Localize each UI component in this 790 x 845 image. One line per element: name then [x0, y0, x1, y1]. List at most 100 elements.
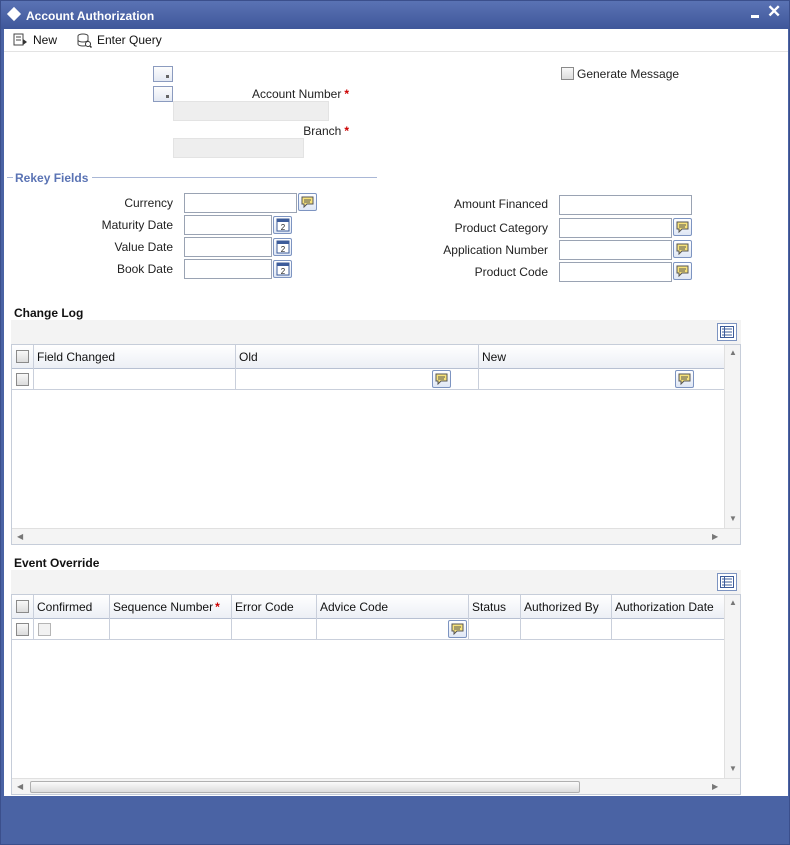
old-value-cell[interactable] — [236, 369, 479, 390]
column-header-new[interactable]: New — [479, 345, 724, 369]
advice-code-cell[interactable] — [317, 619, 469, 640]
select-all-cell — [12, 345, 34, 369]
calendar-icon: 2 — [276, 262, 289, 276]
generate-message-checkbox[interactable] — [561, 67, 574, 80]
branch-label: Branch * — [303, 124, 349, 138]
field-changed-cell[interactable] — [34, 369, 236, 390]
row-checkbox[interactable] — [16, 373, 29, 386]
account-lookup-button[interactable] — [153, 66, 173, 82]
scroll-left-arrow[interactable]: ◀ — [17, 783, 23, 791]
column-header-old[interactable]: Old — [236, 345, 479, 369]
new-value-lov-button[interactable] — [675, 370, 694, 388]
scroll-right-arrow[interactable]: ▶ — [712, 533, 718, 541]
row-select-cell — [12, 619, 34, 640]
svg-text:2: 2 — [280, 223, 285, 232]
event-override-horizontal-scrollbar[interactable]: ◀ ▶ — [12, 778, 740, 794]
new-value-cell[interactable] — [479, 369, 724, 390]
speech-bubble-icon — [451, 623, 464, 635]
scroll-up-arrow[interactable]: ▲ — [729, 349, 737, 357]
maturity-date-calendar-button[interactable]: 2 — [273, 216, 292, 234]
new-button[interactable]: New — [13, 31, 57, 49]
sequence-number-cell[interactable] — [110, 619, 232, 640]
status-cell[interactable] — [469, 619, 521, 640]
branch-field[interactable] — [173, 138, 304, 158]
change-log-horizontal-scrollbar[interactable]: ◀ ▶ — [12, 528, 740, 544]
column-header-status[interactable]: Status — [469, 595, 521, 619]
event-override-header-row: Confirmed Sequence Number * Error Code Ad… — [12, 595, 724, 619]
branch-lookup-button[interactable] — [153, 86, 173, 102]
change-log-title: Change Log — [14, 306, 84, 320]
old-value-lov-button[interactable] — [432, 370, 451, 388]
application-number-label: Application Number — [443, 243, 548, 257]
account-authorization-window: Account Authorization ✕ New Enter Query … — [0, 0, 790, 845]
scroll-down-arrow[interactable]: ▼ — [729, 765, 737, 773]
value-date-label: Value Date — [114, 240, 173, 254]
advice-code-lov-button[interactable] — [448, 620, 467, 638]
footer-band — [1, 796, 789, 844]
currency-field[interactable] — [184, 193, 297, 213]
select-all-cell — [12, 595, 34, 619]
maturity-date-label: Maturity Date — [101, 218, 173, 232]
column-header-error-code[interactable]: Error Code — [232, 595, 317, 619]
required-marker: * — [344, 87, 349, 101]
svg-text:2: 2 — [280, 267, 285, 276]
event-override-settings-button[interactable] — [717, 573, 737, 591]
value-date-calendar-button[interactable]: 2 — [273, 238, 292, 256]
calendar-icon: 2 — [276, 240, 289, 254]
change-log-toolbar — [11, 320, 741, 344]
minimize-icon[interactable] — [749, 7, 761, 19]
scroll-left-arrow[interactable]: ◀ — [17, 533, 23, 541]
column-header-confirmed[interactable]: Confirmed — [34, 595, 110, 619]
column-header-sequence-number[interactable]: Sequence Number * — [110, 595, 232, 619]
authorized-by-cell[interactable] — [521, 619, 612, 640]
maturity-date-field[interactable] — [184, 215, 272, 235]
title-bar[interactable]: Account Authorization ✕ — [1, 1, 789, 29]
select-all-checkbox[interactable] — [16, 600, 29, 613]
column-header-advice-code[interactable]: Advice Code — [317, 595, 469, 619]
generate-message-label: Generate Message — [577, 67, 680, 81]
row-checkbox[interactable] — [16, 623, 29, 636]
close-icon[interactable]: ✕ — [767, 3, 781, 20]
svg-text:2: 2 — [280, 245, 285, 254]
book-date-field[interactable] — [184, 259, 272, 279]
confirmed-checkbox[interactable] — [38, 623, 51, 636]
table-row — [12, 619, 724, 640]
account-number-label: Account Number * — [251, 87, 349, 101]
form-content: New Enter Query Account Number * Branch * — [4, 29, 788, 796]
select-all-checkbox[interactable] — [16, 350, 29, 363]
book-date-calendar-button[interactable]: 2 — [273, 260, 292, 278]
scroll-up-arrow[interactable]: ▲ — [729, 599, 737, 607]
product-code-field[interactable] — [559, 262, 672, 282]
error-code-cell[interactable] — [232, 619, 317, 640]
amount-financed-field[interactable] — [559, 195, 692, 215]
column-header-authorization-date[interactable]: Authorization Date — [612, 595, 724, 619]
scrollbar-thumb[interactable] — [30, 781, 580, 793]
window-icon — [6, 6, 22, 22]
speech-bubble-icon — [435, 373, 448, 385]
application-number-field[interactable] — [559, 240, 672, 260]
speech-bubble-icon — [676, 221, 689, 233]
enter-query-button[interactable]: Enter Query — [77, 31, 162, 49]
change-log-vertical-scrollbar[interactable]: ▲ ▼ — [724, 345, 740, 528]
application-number-lov-button[interactable] — [673, 240, 692, 258]
window-title: Account Authorization — [26, 9, 155, 23]
speech-bubble-icon — [678, 373, 691, 385]
account-number-field[interactable] — [173, 101, 329, 121]
column-header-authorized-by[interactable]: Authorized By — [521, 595, 612, 619]
calendar-icon: 2 — [276, 218, 289, 232]
scroll-right-arrow[interactable]: ▶ — [712, 783, 718, 791]
product-category-field[interactable] — [559, 218, 672, 238]
currency-lov-button[interactable] — [298, 193, 317, 211]
product-category-lov-button[interactable] — [673, 218, 692, 236]
toolbar: New Enter Query — [4, 29, 788, 52]
amount-financed-label: Amount Financed — [453, 197, 548, 211]
authorization-date-cell[interactable] — [612, 619, 724, 640]
product-code-lov-button[interactable] — [673, 262, 692, 280]
scroll-down-arrow[interactable]: ▼ — [729, 515, 737, 523]
event-override-vertical-scrollbar[interactable]: ▲ ▼ — [724, 595, 740, 778]
value-date-field[interactable] — [184, 237, 272, 257]
column-header-field-changed[interactable]: Field Changed — [34, 345, 236, 369]
table-row — [12, 369, 724, 390]
change-log-settings-button[interactable] — [717, 323, 737, 341]
product-code-label: Product Code — [474, 265, 548, 279]
